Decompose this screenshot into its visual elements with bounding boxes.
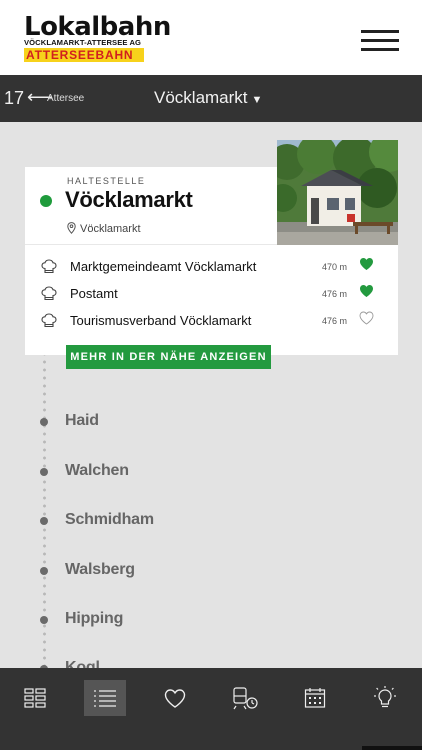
chef-hat-icon xyxy=(41,259,57,274)
poi-distance: 470 m xyxy=(322,262,348,272)
stop-type-label: HALTESTELLE xyxy=(67,176,146,186)
poi-item[interactable]: Tourismusverband Vöcklamarkt 476 m xyxy=(41,311,386,331)
lokalbahn-logo[interactable]: Lokalbahn VÖCKLAMARKT-ATTERSEE AG ATTERS… xyxy=(24,12,171,62)
station-selector[interactable]: Vöcklamarkt ▼ xyxy=(154,88,262,108)
stop-name: Walsberg xyxy=(65,561,135,578)
stop-name: Schmidham xyxy=(65,511,154,528)
bottom-tab-bar xyxy=(0,668,422,750)
stop-list-view[interactable]: HALTESTELLE Vöcklamarkt Vöcklamarkt Mark… xyxy=(0,122,422,668)
route-destination[interactable]: Attersee xyxy=(47,93,84,104)
route-bar: 17 ⟵ Attersee Vöcklamarkt ▼ xyxy=(0,75,422,122)
heart-outline-icon[interactable] xyxy=(359,311,374,325)
logo-band: ATTERSEEBAHN xyxy=(24,48,144,62)
stop-name: Haid xyxy=(65,412,99,429)
poi-name: Tourismusverband Vöcklamarkt xyxy=(70,313,252,328)
heart-filled-icon[interactable] xyxy=(359,284,374,298)
hamburger-menu-icon[interactable] xyxy=(361,30,399,52)
poi-name: Postamt xyxy=(70,286,118,301)
logo-subtitle: VÖCKLAMARKT-ATTERSEE AG xyxy=(24,38,142,47)
current-stop-dot xyxy=(40,195,52,207)
app-header: Lokalbahn VÖCKLAMARKT-ATTERSEE AG ATTERS… xyxy=(0,0,422,75)
stop-dot xyxy=(40,418,48,426)
stop-title: Vöcklamarkt xyxy=(65,187,193,212)
home-indicator xyxy=(362,746,422,750)
poi-item[interactable]: Postamt 476 m xyxy=(41,284,386,304)
stop-dot xyxy=(40,517,48,525)
selected-station: Vöcklamarkt xyxy=(154,88,248,107)
route-number: 17 xyxy=(4,88,25,108)
poi-distance: 476 m xyxy=(322,316,348,326)
logo-title: Lokalbahn xyxy=(24,12,171,42)
station-photo xyxy=(277,140,398,245)
poi-distance: 476 m xyxy=(322,289,348,299)
grid-icon[interactable] xyxy=(14,680,56,716)
chef-hat-icon xyxy=(41,286,57,301)
list-icon[interactable] xyxy=(84,680,126,716)
stop-location-text: Vöcklamarkt xyxy=(80,223,141,235)
caret-down-icon: ▼ xyxy=(251,94,263,106)
heart-filled-icon[interactable] xyxy=(359,257,374,271)
train-clock-icon[interactable] xyxy=(224,680,266,716)
lightbulb-icon[interactable] xyxy=(364,680,406,716)
chef-hat-icon xyxy=(41,313,57,328)
stop-name: Hipping xyxy=(65,610,124,627)
stop-location: Vöcklamarkt xyxy=(67,222,141,235)
poi-item[interactable]: Marktgemeindeamt Vöcklamarkt 470 m xyxy=(41,257,386,277)
heart-icon[interactable] xyxy=(154,680,196,716)
calendar-icon[interactable] xyxy=(294,680,336,716)
location-pin-icon xyxy=(67,222,76,234)
stop-dot xyxy=(40,616,48,624)
poi-name: Marktgemeindeamt Vöcklamarkt xyxy=(70,259,257,274)
stop-name: Kogl xyxy=(65,659,100,668)
stop-name: Walchen xyxy=(65,462,129,479)
stop-dot xyxy=(40,567,48,575)
show-nearby-button[interactable]: MEHR IN DER NÄHE ANZEIGEN xyxy=(66,345,271,369)
stop-dot xyxy=(40,468,48,476)
